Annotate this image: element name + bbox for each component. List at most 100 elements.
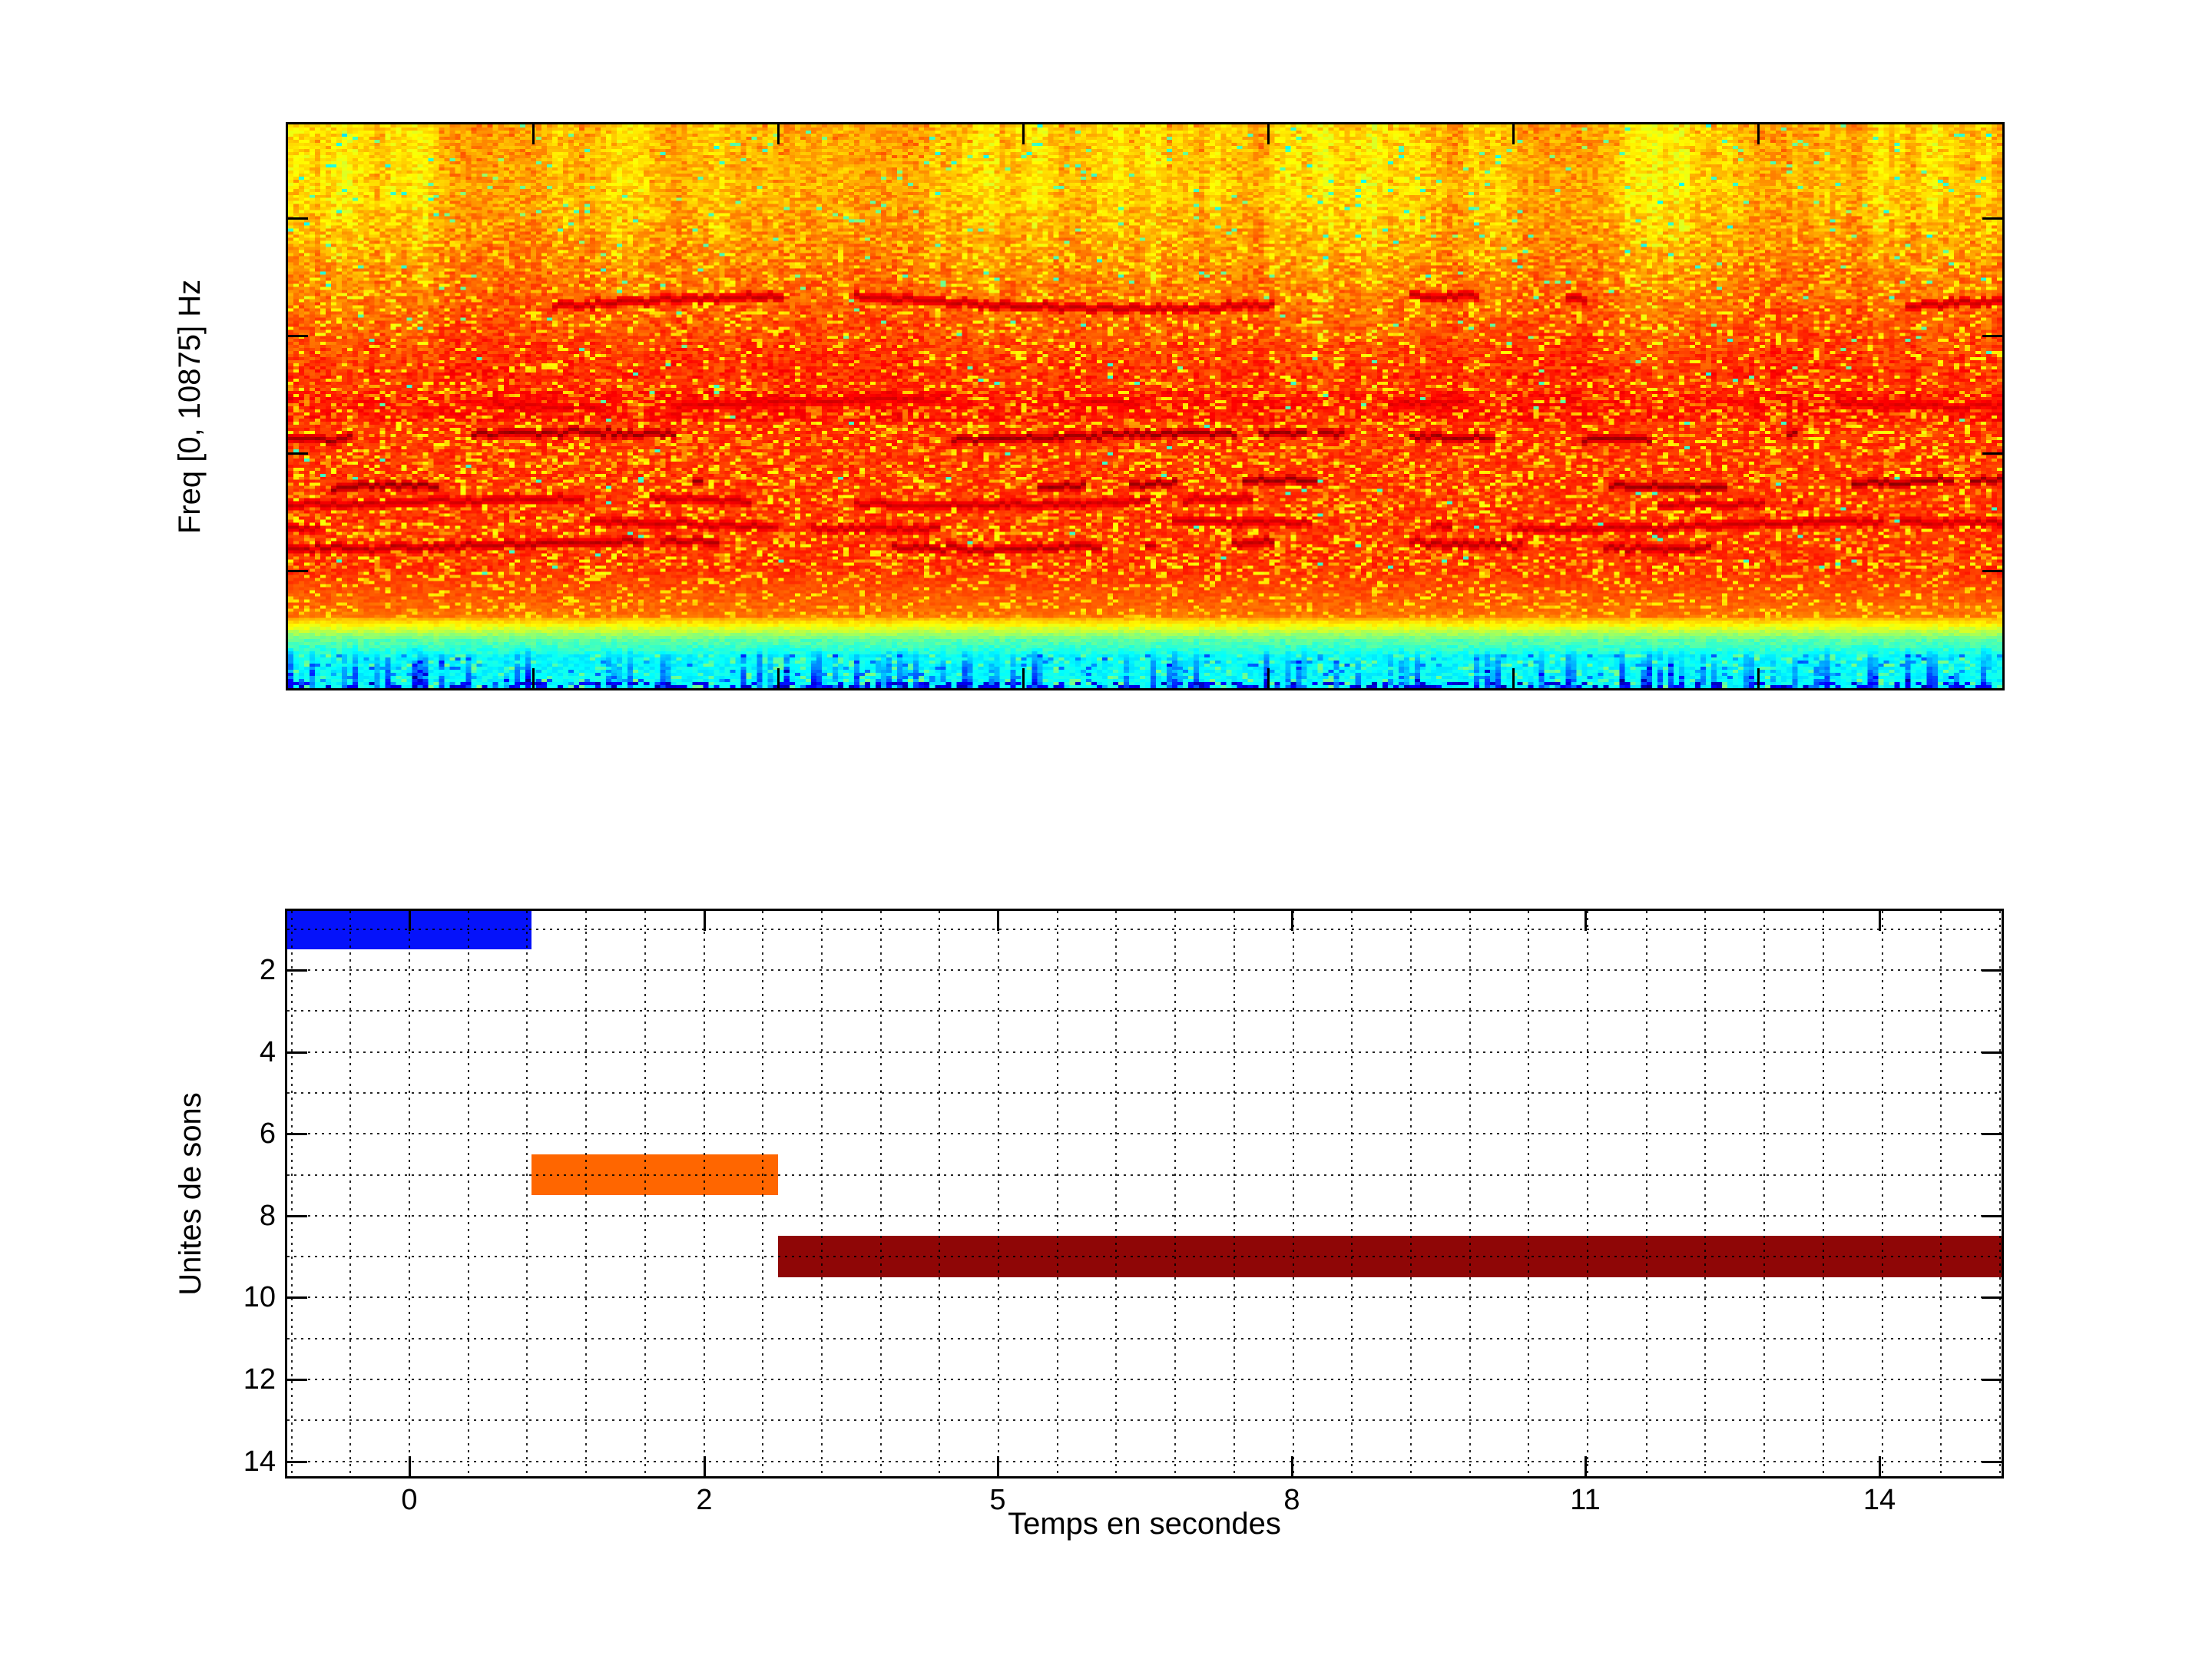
y-tick-label: 10: [243, 1281, 276, 1313]
spec-x-tick: [1512, 668, 1515, 688]
minor-gridline-vertical: [1528, 911, 1530, 1476]
time-x-tick: [1290, 1456, 1293, 1476]
minor-gridline-vertical: [703, 911, 705, 1476]
spectrogram-canvas: [288, 124, 2002, 688]
time-x-tick: [703, 1456, 706, 1476]
unit-y-tick: [287, 969, 307, 972]
spectrogram-ylabel-text: Freq [0, 10875] Hz: [173, 279, 207, 534]
spec-x-tick: [1267, 668, 1270, 688]
unit-y-tick: [1982, 1132, 2002, 1135]
freq-y-tick: [1982, 452, 2002, 455]
minor-gridline-horizontal: [287, 1091, 2002, 1094]
x-tick-label: 0: [401, 1484, 418, 1516]
minor-gridline-horizontal: [287, 1256, 2002, 1258]
freq-y-tick: [288, 569, 308, 572]
x-tick-label: 5: [989, 1484, 1006, 1516]
minor-gridline-vertical: [467, 911, 469, 1476]
minor-gridline-horizontal: [287, 969, 2002, 971]
minor-gridline-horizontal: [287, 1010, 2002, 1012]
minor-gridline-vertical: [1174, 911, 1177, 1476]
y-tick-label: 6: [259, 1118, 276, 1150]
minor-gridline-vertical: [762, 911, 764, 1476]
time-x-tick: [408, 1456, 411, 1476]
freq-y-tick: [288, 452, 308, 455]
spectrogram-axes: [286, 122, 2005, 690]
unit-y-tick: [287, 1296, 307, 1299]
time-x-tick: [1878, 911, 1881, 931]
spec-x-tick: [777, 668, 780, 688]
time-x-tick: [408, 911, 411, 931]
unit-y-tick: [287, 1378, 307, 1381]
freq-y-tick: [1982, 569, 2002, 572]
spec-x-tick: [1757, 124, 1760, 144]
minor-gridline-vertical: [820, 911, 823, 1476]
minor-gridline-vertical: [1233, 911, 1235, 1476]
unit-y-tick: [287, 1132, 307, 1135]
freq-y-tick: [288, 217, 308, 220]
time-x-tick: [1584, 1456, 1587, 1476]
minor-gridline-vertical: [1998, 911, 2001, 1476]
y-tick-label: 12: [243, 1363, 276, 1396]
spec-x-tick: [1022, 668, 1025, 688]
time-x-tick: [996, 911, 999, 931]
time-x-tick: [1878, 1456, 1881, 1476]
minor-gridline-vertical: [1587, 911, 1588, 1476]
unit-y-tick: [1982, 1214, 2002, 1217]
x-tick-label: 14: [1863, 1484, 1896, 1516]
timeline-axes: [285, 909, 2004, 1479]
minor-gridline-vertical: [1115, 911, 1118, 1476]
minor-gridline-vertical: [1763, 911, 1766, 1476]
minor-gridline-vertical: [1704, 911, 1707, 1476]
y-tick-label: 14: [243, 1445, 276, 1478]
spec-x-tick: [1757, 668, 1760, 688]
time-x-tick: [703, 911, 706, 931]
minor-gridline-vertical: [1292, 911, 1294, 1476]
x-tick-label: 2: [696, 1484, 713, 1516]
minor-gridline-horizontal: [287, 1296, 2002, 1299]
minor-gridline-vertical: [1351, 911, 1353, 1476]
minor-gridline-horizontal: [287, 1051, 2002, 1053]
minor-gridline-horizontal: [287, 1337, 2002, 1339]
minor-gridline-vertical: [1881, 911, 1883, 1476]
minor-gridline-vertical: [409, 911, 410, 1476]
time-x-tick: [1290, 911, 1293, 931]
minor-gridline-vertical: [585, 911, 588, 1476]
minor-gridline-vertical: [290, 911, 293, 1476]
spec-x-tick: [777, 124, 780, 144]
unit-y-tick: [1982, 969, 2002, 972]
freq-y-tick: [1982, 217, 2002, 220]
minor-gridline-vertical: [939, 911, 941, 1476]
minor-gridline-vertical: [1409, 911, 1412, 1476]
spec-x-tick: [1022, 124, 1025, 144]
minor-gridline-horizontal: [287, 1133, 2002, 1135]
y-tick-label: 4: [259, 1036, 276, 1068]
minor-gridline-vertical: [349, 911, 352, 1476]
time-x-tick: [1584, 911, 1587, 931]
minor-gridline-vertical: [1056, 911, 1058, 1476]
freq-y-tick: [1982, 334, 2002, 337]
minor-gridline-vertical: [1469, 911, 1471, 1476]
unit-y-tick: [287, 1214, 307, 1217]
spec-x-tick: [1267, 124, 1270, 144]
unit-y-tick: [287, 1051, 307, 1054]
y-tick-label: 2: [259, 954, 276, 986]
unit-y-tick: [287, 1460, 307, 1463]
unit-y-tick: [1982, 1460, 2002, 1463]
spec-x-tick: [1512, 124, 1515, 144]
x-tick-label: 8: [1283, 1484, 1300, 1516]
minor-gridline-vertical: [1645, 911, 1647, 1476]
minor-gridline-horizontal: [287, 1379, 2002, 1380]
minor-gridline-horizontal: [287, 928, 2002, 930]
minor-gridline-vertical: [526, 911, 528, 1476]
freq-y-tick: [288, 334, 308, 337]
minor-gridline-vertical: [1822, 911, 1824, 1476]
spec-x-tick: [531, 668, 535, 688]
minor-gridline-vertical: [644, 911, 646, 1476]
time-x-tick: [996, 1456, 999, 1476]
spec-x-tick: [531, 124, 535, 144]
minor-gridline-horizontal: [287, 1214, 2002, 1217]
unit-y-tick: [1982, 1296, 2002, 1299]
unit-y-tick: [1982, 1051, 2002, 1054]
minor-gridline-vertical: [879, 911, 882, 1476]
unit-y-tick: [1982, 1378, 2002, 1381]
